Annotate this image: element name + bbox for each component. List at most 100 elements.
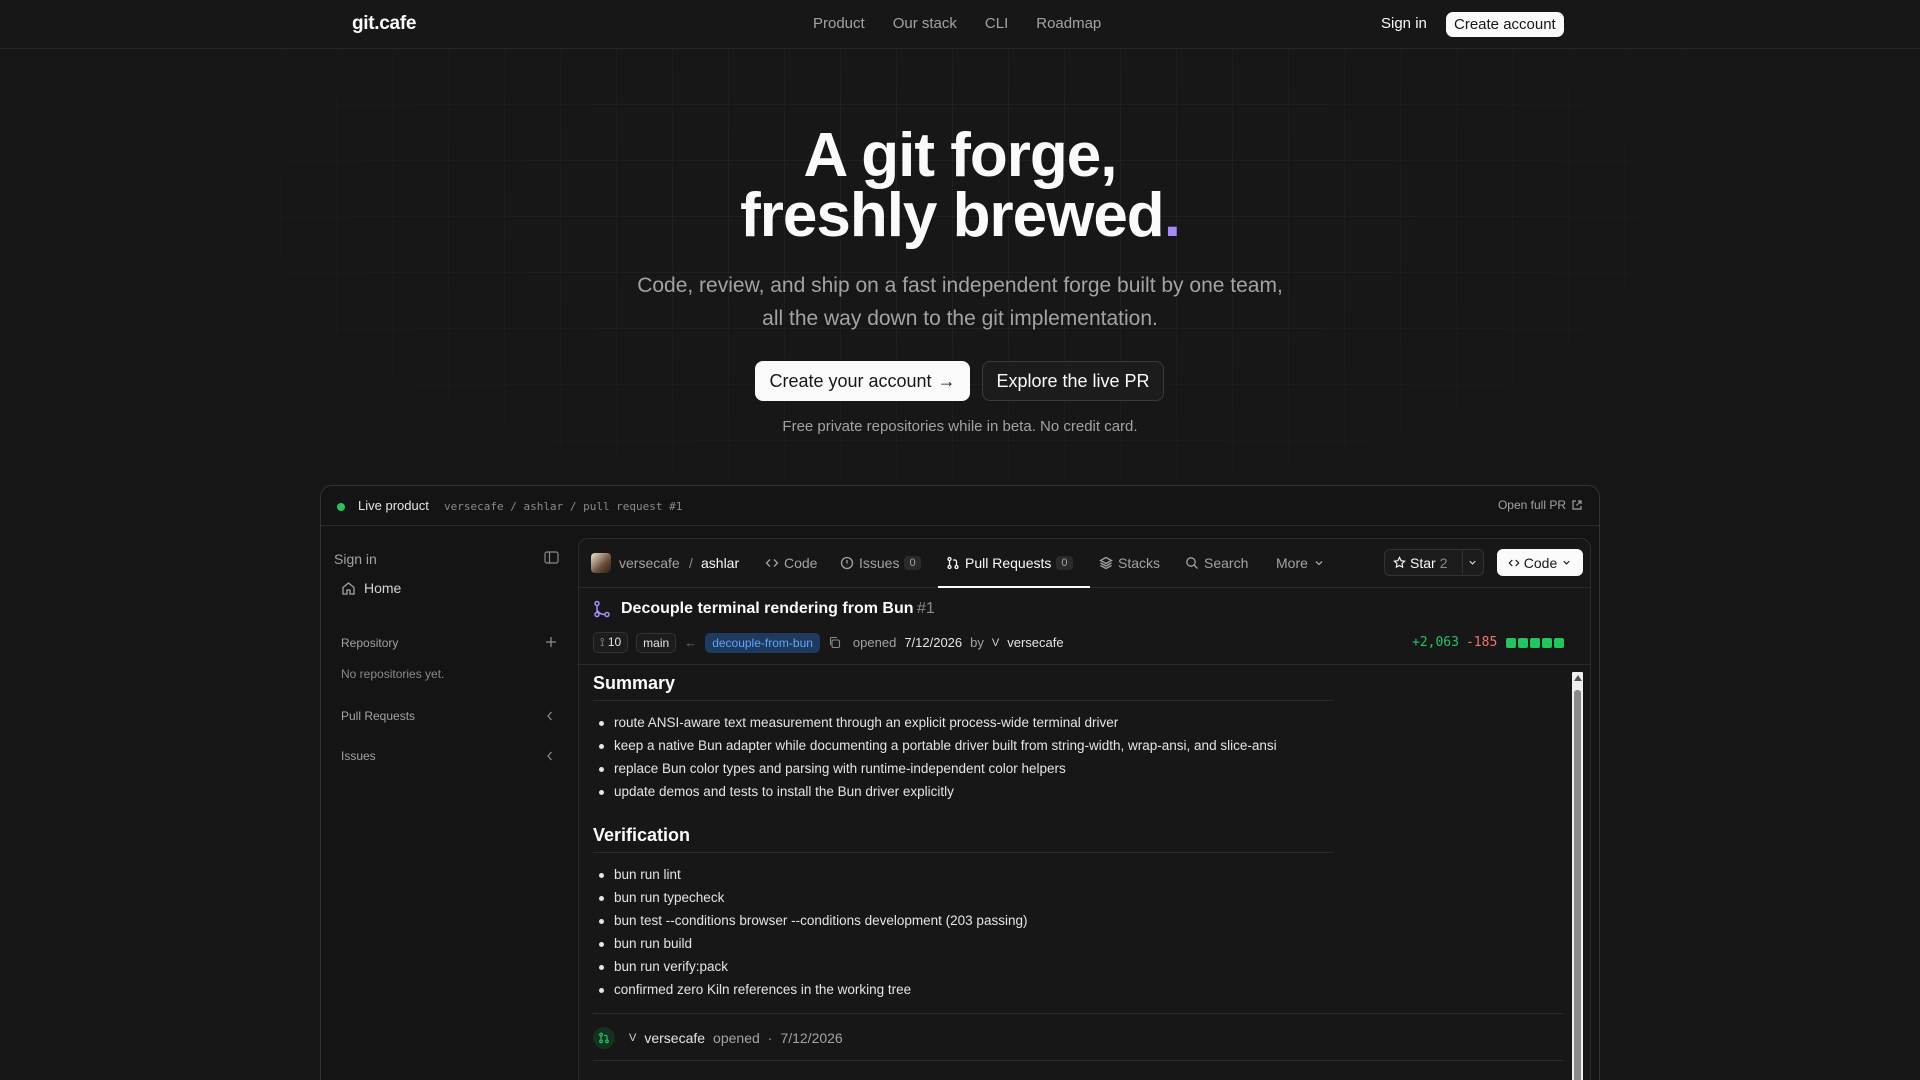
repo-owner-avatar[interactable] — [591, 553, 611, 573]
hero-title: A git forge, freshly brewed. — [0, 125, 1920, 247]
code-button-label: Code — [1523, 554, 1558, 571]
hero-title-dot: . — [1163, 181, 1181, 250]
repo-name-link[interactable]: ashlar — [701, 555, 739, 571]
chevron-left-icon[interactable] — [545, 709, 555, 727]
site-logo[interactable]: git.cafe — [352, 13, 416, 35]
commit-count-badge[interactable]: ⟟ 10 — [593, 632, 629, 653]
author-avatar: V — [991, 636, 1000, 649]
code-brackets-icon — [1508, 559, 1520, 566]
star-button-group: Star 2 — [1384, 549, 1484, 576]
tab-pull-requests[interactable]: Pull Requests 0 — [946, 555, 1073, 571]
open-full-pr-link[interactable]: Open full PR — [1498, 498, 1583, 512]
list-item: bun run build — [593, 932, 1333, 955]
copy-icon[interactable] — [828, 636, 841, 649]
list-item: bun run verify:pack — [593, 955, 1333, 978]
nav-link-product[interactable]: Product — [813, 15, 865, 32]
star-icon — [1393, 556, 1406, 569]
add-repository-icon[interactable] — [545, 635, 557, 653]
head-branch[interactable]: decouple-from-bun — [705, 632, 820, 653]
arrow-left-icon: ← — [684, 635, 698, 650]
hero-title-line1: A git forge, — [803, 121, 1118, 190]
repo-owner-link[interactable]: versecafe — [619, 555, 680, 571]
tab-issues-label: Issues — [859, 555, 900, 571]
timeline-action: opened — [713, 1030, 760, 1046]
chevron-down-icon — [1315, 561, 1323, 566]
tab-stacks[interactable]: Stacks — [1099, 555, 1160, 571]
timeline-divider — [593, 1060, 1563, 1061]
scrollbar-thumb[interactable] — [1574, 690, 1581, 1080]
pr-meta-row: ⟟ 10 main ← decouple-from-bun opened 7/1… — [593, 632, 1064, 653]
diff-stat-blocks — [1506, 637, 1565, 648]
open-full-pr-label: Open full PR — [1497, 498, 1566, 512]
summary-heading: Summary — [593, 673, 1333, 701]
chevron-down-icon — [1469, 560, 1477, 565]
explore-live-pr-button[interactable]: Explore the live PR — [982, 361, 1164, 401]
base-branch[interactable]: main — [636, 632, 677, 653]
timeline-user-link[interactable]: versecafe — [644, 1030, 705, 1046]
pr-description: Summary route ANSI-aware text measuremen… — [593, 673, 1333, 1001]
star-button[interactable]: Star 2 — [1385, 555, 1462, 571]
verification-list: bun run lint bun run typecheck bun test … — [593, 863, 1333, 1001]
author-link[interactable]: versecafe — [1007, 635, 1063, 650]
hero-title-line2: freshly brewed — [740, 181, 1165, 250]
scrollbar-up-arrow-icon[interactable] — [1574, 675, 1582, 681]
timeline-date: 7/12/2026 — [780, 1030, 843, 1046]
sign-in-link[interactable]: Sign in — [1381, 15, 1427, 32]
nav-link-cli[interactable]: CLI — [985, 15, 1008, 32]
timeline-separator: · — [767, 1030, 773, 1046]
nav-link-our-stack[interactable]: Our stack — [893, 15, 957, 32]
frame-header: Live product versecafe / ashlar / pull r… — [321, 486, 1599, 526]
list-item: confirmed zero Kiln references in the wo… — [593, 978, 1333, 1001]
nav-link-roadmap[interactable]: Roadmap — [1036, 15, 1101, 32]
arrow-right-icon: → — [937, 370, 956, 391]
header-divider — [579, 664, 1590, 665]
code-button[interactable]: Code — [1497, 549, 1583, 576]
home-icon — [342, 581, 355, 595]
top-navigation: git.cafe Product Our stack CLI Roadmap S… — [0, 0, 1920, 49]
live-product-frame: Live product versecafe / ashlar / pull r… — [320, 485, 1600, 1080]
external-link-icon — [1572, 500, 1582, 510]
tab-issues[interactable]: Issues 0 — [840, 555, 921, 571]
pr-title: Decouple terminal rendering from Bun — [621, 600, 914, 617]
sidebar-item-home-label: Home — [364, 580, 402, 596]
repo-header: versecafe / ashlar Code Issues 0 Pull Re… — [579, 539, 1590, 588]
tab-pull-requests-label: Pull Requests — [965, 555, 1052, 571]
tab-search[interactable]: Search — [1185, 555, 1248, 571]
no-repositories-text: No repositories yet. — [341, 667, 445, 681]
sidebar-item-pull-requests[interactable]: Pull Requests — [341, 709, 415, 723]
tab-more[interactable]: More — [1276, 555, 1325, 571]
sidebar-toggle-icon[interactable] — [544, 550, 559, 570]
tab-search-label: Search — [1204, 555, 1249, 571]
additions-count: +2,063 — [1412, 635, 1459, 650]
sidebar-item-issues[interactable]: Issues — [341, 749, 376, 763]
create-your-account-button[interactable]: Create your account → — [755, 361, 970, 401]
deletions-count: -185 — [1465, 635, 1498, 650]
tab-code[interactable]: Code — [765, 555, 817, 571]
fine-print: Free private repositories while in beta.… — [782, 418, 1138, 435]
list-item: replace Bun color types and parsing with… — [593, 757, 1333, 780]
commit-count: 10 — [607, 635, 622, 649]
hero-subtitle: Code, review, and ship on a fast indepen… — [637, 274, 1283, 330]
repo-path-separator: / — [689, 555, 693, 571]
sidebar-sign-in[interactable]: Sign in — [334, 551, 377, 567]
pulls-count-badge: 0 — [1056, 556, 1073, 570]
chevron-left-icon[interactable] — [545, 749, 555, 767]
pr-number: #1 — [917, 600, 935, 617]
frame-breadcrumb: versecafe / ashlar / pull request #1 — [444, 500, 683, 513]
summary-list: route ANSI-aware text measurement throug… — [593, 711, 1333, 803]
code-brackets-icon — [765, 559, 779, 567]
opened-date: 7/12/2026 — [904, 635, 963, 650]
opened-label: opened — [852, 635, 897, 650]
timeline-divider — [593, 1013, 1563, 1014]
pull-request-merge-icon — [593, 600, 611, 623]
issues-count-badge: 0 — [904, 556, 921, 570]
list-item: update demos and tests to install the Bu… — [593, 780, 1333, 803]
pull-request-panel: versecafe / ashlar Code Issues 0 Pull Re… — [578, 538, 1591, 1080]
sidebar-item-home[interactable]: Home — [341, 580, 401, 596]
verification-heading: Verification — [593, 825, 1333, 853]
star-dropdown-button[interactable] — [1461, 550, 1483, 575]
create-account-button[interactable]: Create account — [1446, 12, 1564, 37]
timeline-avatar: V — [629, 1032, 637, 1044]
pull-request-icon — [947, 556, 959, 570]
by-label: by — [970, 635, 984, 650]
